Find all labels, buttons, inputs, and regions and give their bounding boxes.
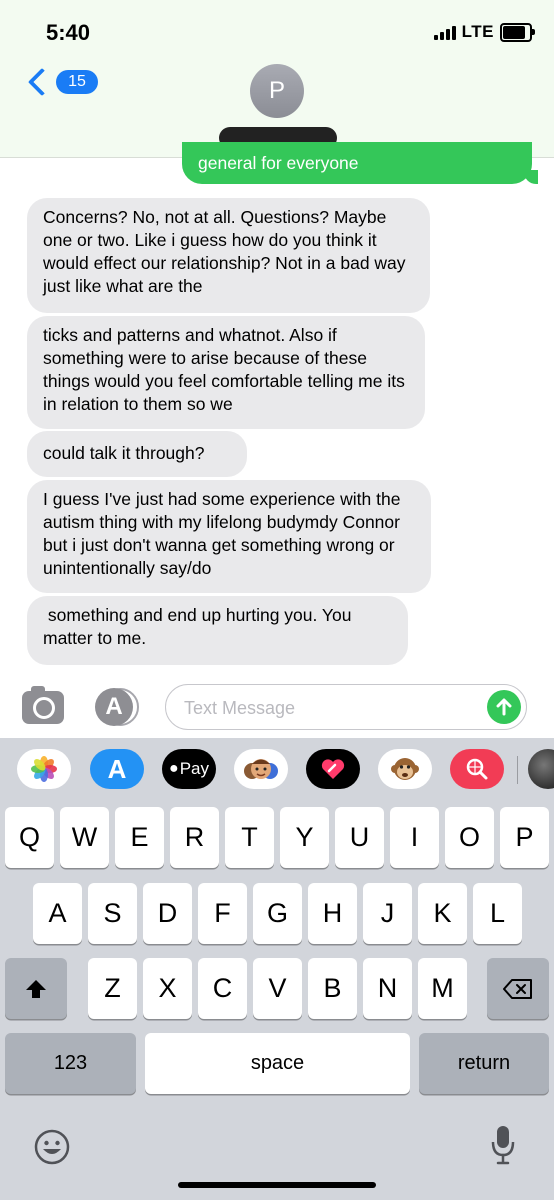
key[interactable]: O [445,807,494,868]
key[interactable]: E [115,807,164,868]
key[interactable]: D [143,883,192,944]
key[interactable]: V [253,958,302,1019]
key[interactable]: Z [88,958,137,1019]
send-button[interactable] [487,690,521,724]
memoji-icon[interactable] [234,749,288,789]
key[interactable]: B [308,958,357,1019]
apple-logo-icon: ● [169,760,179,777]
status-indicators: LTE [433,22,535,42]
key[interactable]: Q [5,807,54,868]
keyboard[interactable]: Q W E R T Y U I O P A S D F G H J K L Z … [0,804,554,1200]
key[interactable]: L [473,883,522,944]
numbers-key[interactable]: 123 [5,1033,136,1094]
camera-button[interactable] [22,686,64,724]
heart-icon [321,759,345,779]
sent-message-bubble[interactable]: general for everyone [182,142,538,184]
key[interactable]: Y [280,807,329,868]
status-time: 5:40 [46,20,91,45]
space-key[interactable]: space [145,1033,410,1094]
cellular-signal-icon [433,24,456,40]
imessage-app-drawer[interactable]: A ● Pay [0,738,554,804]
arrow-up-icon [496,698,512,716]
key[interactable]: F [198,883,247,944]
contact-avatar[interactable]: P [250,64,304,118]
app-store-icon: A [105,693,123,720]
camera-icon [33,697,55,719]
key[interactable]: C [198,958,247,1019]
key[interactable]: K [418,883,467,944]
conversation-header: 5:40 LTE 15 P [0,0,554,158]
music-icon[interactable] [528,749,554,789]
key[interactable]: N [363,958,412,1019]
memoji-faces [244,759,278,779]
received-message-bubble[interactable]: could talk it through? [27,431,247,477]
message-input[interactable] [182,694,476,722]
images-search-icon[interactable] [450,749,504,789]
digital-touch-icon[interactable] [306,749,360,789]
emoji-button[interactable] [33,1128,71,1171]
strip-divider [517,756,518,784]
microphone-icon [491,1126,515,1165]
shift-key[interactable] [5,958,67,1019]
contact-initial: P [268,77,285,104]
received-message-bubble[interactable]: I guess I've just had some experience wi… [27,480,431,593]
message-field[interactable] [165,684,527,730]
key[interactable]: W [60,807,109,868]
back-button[interactable]: 15 [26,67,98,97]
magnifier-globe-icon [466,758,488,780]
received-message-bubble[interactable]: ticks and patterns and whatnot. Also if … [27,316,425,429]
key[interactable]: I [390,807,439,868]
monkey-face [391,758,419,780]
animoji-monkey-icon[interactable] [378,749,432,789]
shift-arrow-icon [26,979,46,998]
key[interactable]: R [170,807,219,868]
dictation-button[interactable] [490,1124,516,1171]
apple-pay-label: Pay [179,759,209,778]
battery-icon [500,22,535,42]
delete-key[interactable] [487,958,549,1019]
key[interactable]: M [418,958,467,1019]
return-key[interactable]: return [419,1033,549,1094]
photos-icon[interactable] [17,749,71,789]
chevron-left-icon [27,67,57,97]
key[interactable]: A [33,883,82,944]
app-store-icon[interactable]: A [90,749,144,789]
apple-pay-icon[interactable]: ● Pay [162,749,216,789]
key[interactable]: U [335,807,384,868]
key[interactable]: S [88,883,137,944]
key[interactable]: J [363,883,412,944]
message-list[interactable]: general for everyone Concerns? No, not a… [0,142,554,678]
home-indicator[interactable] [178,1182,376,1188]
battery-level [503,25,526,39]
key[interactable]: T [225,807,274,868]
network-type: LTE [461,22,494,41]
backspace-icon [503,978,532,999]
unread-count-badge: 15 [56,70,98,94]
apps-button[interactable]: A [95,688,139,726]
key[interactable]: X [143,958,192,1019]
key[interactable]: H [308,883,357,944]
photos-petals [31,756,57,782]
key[interactable]: P [500,807,549,868]
emoji-icon [34,1129,70,1165]
received-message-bubble[interactable]: something and end up hurting you. You ma… [27,596,408,665]
received-message-bubble[interactable]: Concerns? No, not at all. Questions? May… [27,198,430,313]
key[interactable]: G [253,883,302,944]
